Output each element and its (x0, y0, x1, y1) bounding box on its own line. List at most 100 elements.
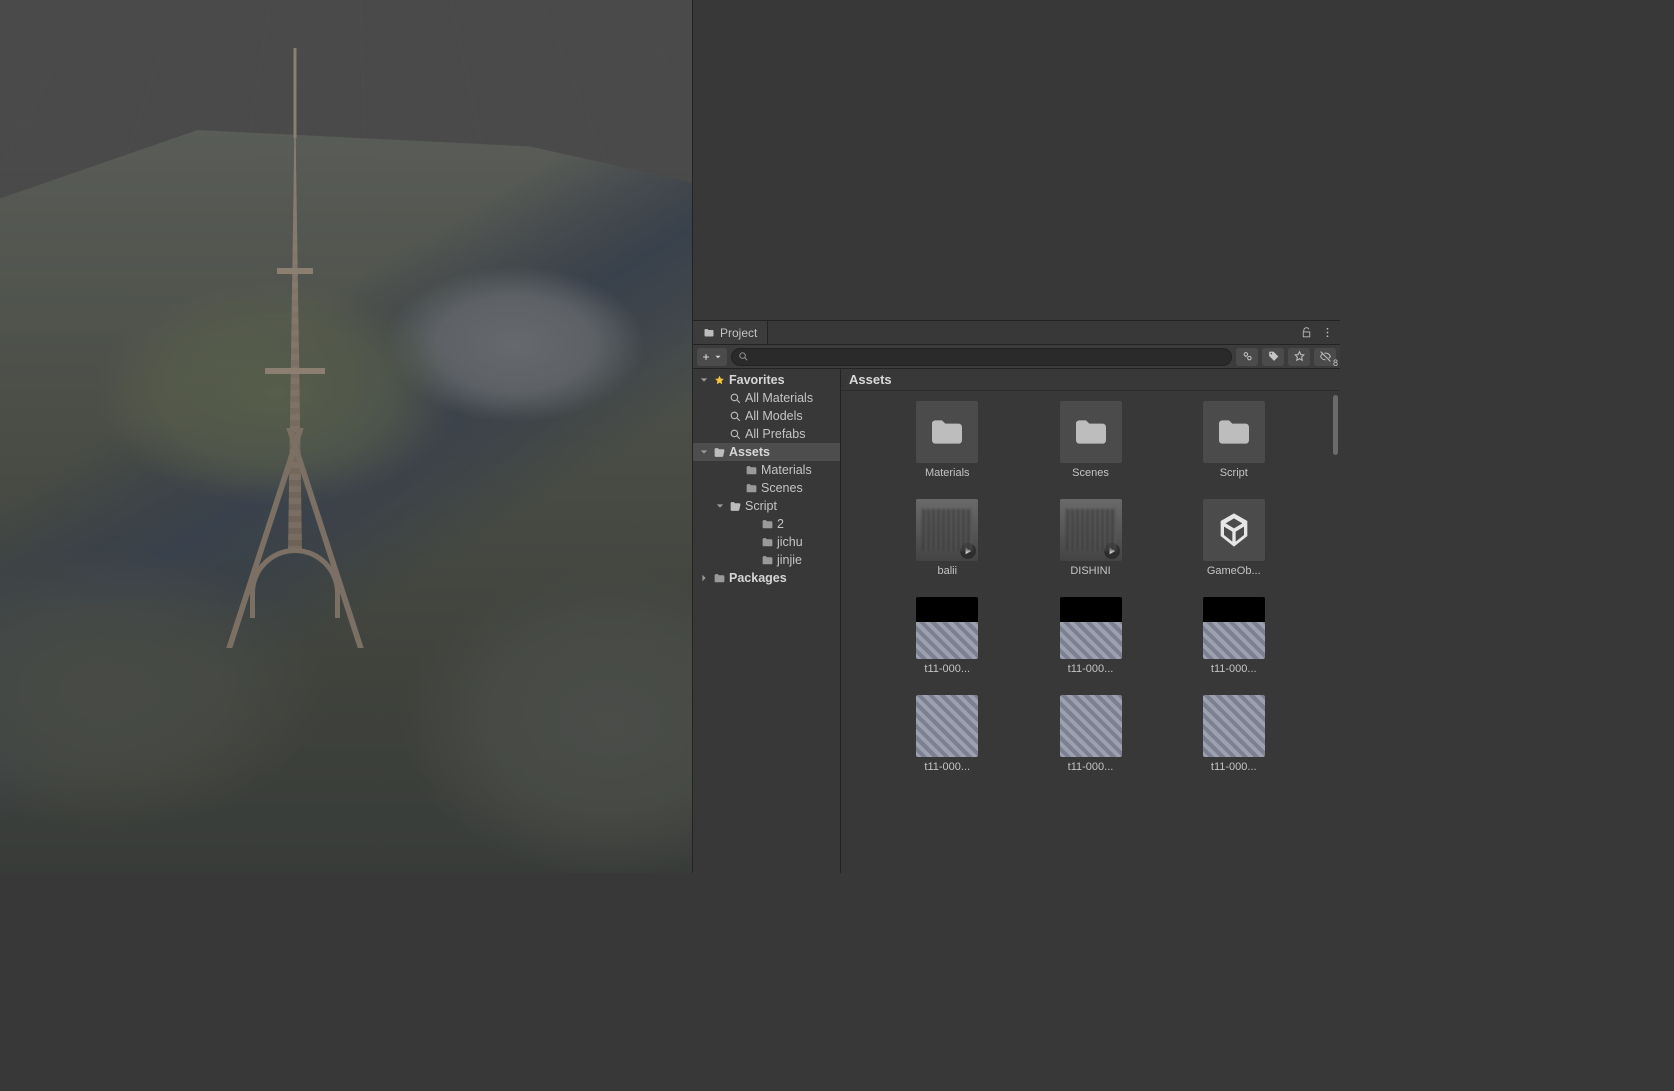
tree-packages[interactable]: Packages (693, 569, 840, 587)
asset-name: Materials (925, 467, 970, 479)
tree-folder[interactable]: 2 (693, 515, 840, 533)
folder-icon (745, 482, 758, 495)
asset-item[interactable]: Script (1197, 401, 1271, 479)
folder-tree[interactable]: Favorites All Materials All Models (693, 369, 841, 873)
scrollbar-thumb[interactable] (1333, 395, 1338, 455)
scene-view[interactable] (0, 0, 692, 873)
asset-item[interactable]: t11-000... (1054, 597, 1128, 675)
breadcrumb[interactable]: Assets (841, 369, 1340, 391)
tab-project[interactable]: Project (693, 321, 768, 344)
create-asset-button[interactable] (697, 348, 727, 366)
asset-area: Assets Materials Scenes Script balii DISHINI… (841, 369, 1340, 873)
filter-by-label-button[interactable] (1262, 348, 1284, 366)
tree-fav-item[interactable]: All Models (693, 407, 840, 425)
asset-item[interactable]: t11-000... (910, 695, 984, 773)
tree-label: 2 (777, 517, 784, 531)
folder-icon (1203, 401, 1265, 463)
asset-name: Script (1220, 467, 1248, 479)
project-toolbar: 8 (693, 345, 1340, 369)
plus-icon (701, 352, 711, 362)
asset-name: t11-000... (924, 663, 970, 675)
asset-item[interactable]: Materials (910, 401, 984, 479)
tree-fav-item[interactable]: All Materials (693, 389, 840, 407)
texture-thumb (1203, 597, 1265, 659)
kebab-menu-icon[interactable] (1321, 326, 1334, 339)
tag-icon (1267, 350, 1280, 363)
model-thumb (916, 499, 978, 561)
texture-thumb (916, 695, 978, 757)
asset-item[interactable]: t11-000... (1054, 695, 1128, 773)
texture-thumb (1060, 597, 1122, 659)
folder-icon (1060, 401, 1122, 463)
asset-name: t11-000... (1068, 663, 1114, 675)
asset-item[interactable]: t11-000... (910, 597, 984, 675)
folder-icon (761, 554, 774, 567)
prefab-icon (1203, 499, 1265, 561)
hidden-count-button[interactable]: 8 (1314, 348, 1336, 366)
tree-folder[interactable]: Materials (693, 461, 840, 479)
scene-tower (240, 48, 350, 608)
tree-folder[interactable]: jinjie (693, 551, 840, 569)
asset-item[interactable]: Scenes (1054, 401, 1128, 479)
search-field[interactable] (731, 348, 1232, 366)
hidden-count: 8 (1333, 358, 1338, 368)
star-filled-icon (713, 374, 726, 387)
asset-item[interactable]: DISHINI (1054, 499, 1128, 577)
asset-name: Scenes (1072, 467, 1109, 479)
folder-icon (916, 401, 978, 463)
search-icon (729, 410, 742, 423)
model-thumb (1060, 499, 1122, 561)
asset-item[interactable]: balii (910, 499, 984, 577)
asset-name: GameOb... (1207, 565, 1261, 577)
app-root: Project (0, 0, 1340, 873)
caret-down-icon (713, 352, 723, 362)
asset-name: t11-000... (1211, 761, 1257, 773)
eye-off-icon (1319, 350, 1332, 363)
save-search-button[interactable] (1288, 348, 1310, 366)
asset-name: balii (937, 565, 957, 577)
filter-type-icon (1241, 350, 1254, 363)
project-split: Favorites All Materials All Models (693, 369, 1340, 873)
texture-thumb (1203, 695, 1265, 757)
asset-item[interactable]: GameOb... (1197, 499, 1271, 577)
play-overlay-icon (1104, 543, 1120, 559)
asset-grid-scroll[interactable]: Materials Scenes Script balii DISHINI GameOb.… (841, 391, 1340, 873)
folder-open-icon (729, 500, 742, 513)
tree-folder-script[interactable]: Script (693, 497, 840, 515)
tree-label: jichu (777, 535, 803, 549)
chevron-down-icon (700, 448, 708, 456)
texture-thumb (916, 597, 978, 659)
tree-label: All Materials (745, 391, 813, 405)
tree-label: jinjie (777, 553, 802, 567)
asset-name: t11-000... (1068, 761, 1114, 773)
texture-thumb (1060, 695, 1122, 757)
search-icon (729, 392, 742, 405)
folder-icon (761, 518, 774, 531)
project-panel: Project (692, 320, 1340, 873)
asset-item[interactable]: t11-000... (1197, 695, 1271, 773)
chevron-down-icon (716, 502, 724, 510)
tree-label: Favorites (729, 373, 785, 387)
tree-assets[interactable]: Assets (693, 443, 840, 461)
tree-label: Script (745, 499, 777, 513)
breadcrumb-text: Assets (849, 372, 892, 387)
tree-label: All Models (745, 409, 803, 423)
search-input[interactable] (753, 351, 1225, 363)
folder-icon (713, 572, 726, 585)
folder-icon (745, 464, 758, 477)
tree-folder[interactable]: jichu (693, 533, 840, 551)
tree-favorites[interactable]: Favorites (693, 371, 840, 389)
tree-label: All Prefabs (745, 427, 805, 441)
lock-open-icon[interactable] (1300, 326, 1313, 339)
tree-folder[interactable]: Scenes (693, 479, 840, 497)
asset-item[interactable]: t11-000... (1197, 597, 1271, 675)
play-overlay-icon (960, 543, 976, 559)
inspector-panel-empty (692, 0, 1340, 320)
folder-icon (761, 536, 774, 549)
search-icon (738, 351, 749, 362)
asset-name: t11-000... (1211, 663, 1257, 675)
tree-fav-item[interactable]: All Prefabs (693, 425, 840, 443)
filter-by-type-button[interactable] (1236, 348, 1258, 366)
asset-name: t11-000... (924, 761, 970, 773)
panel-tabbar: Project (693, 321, 1340, 345)
